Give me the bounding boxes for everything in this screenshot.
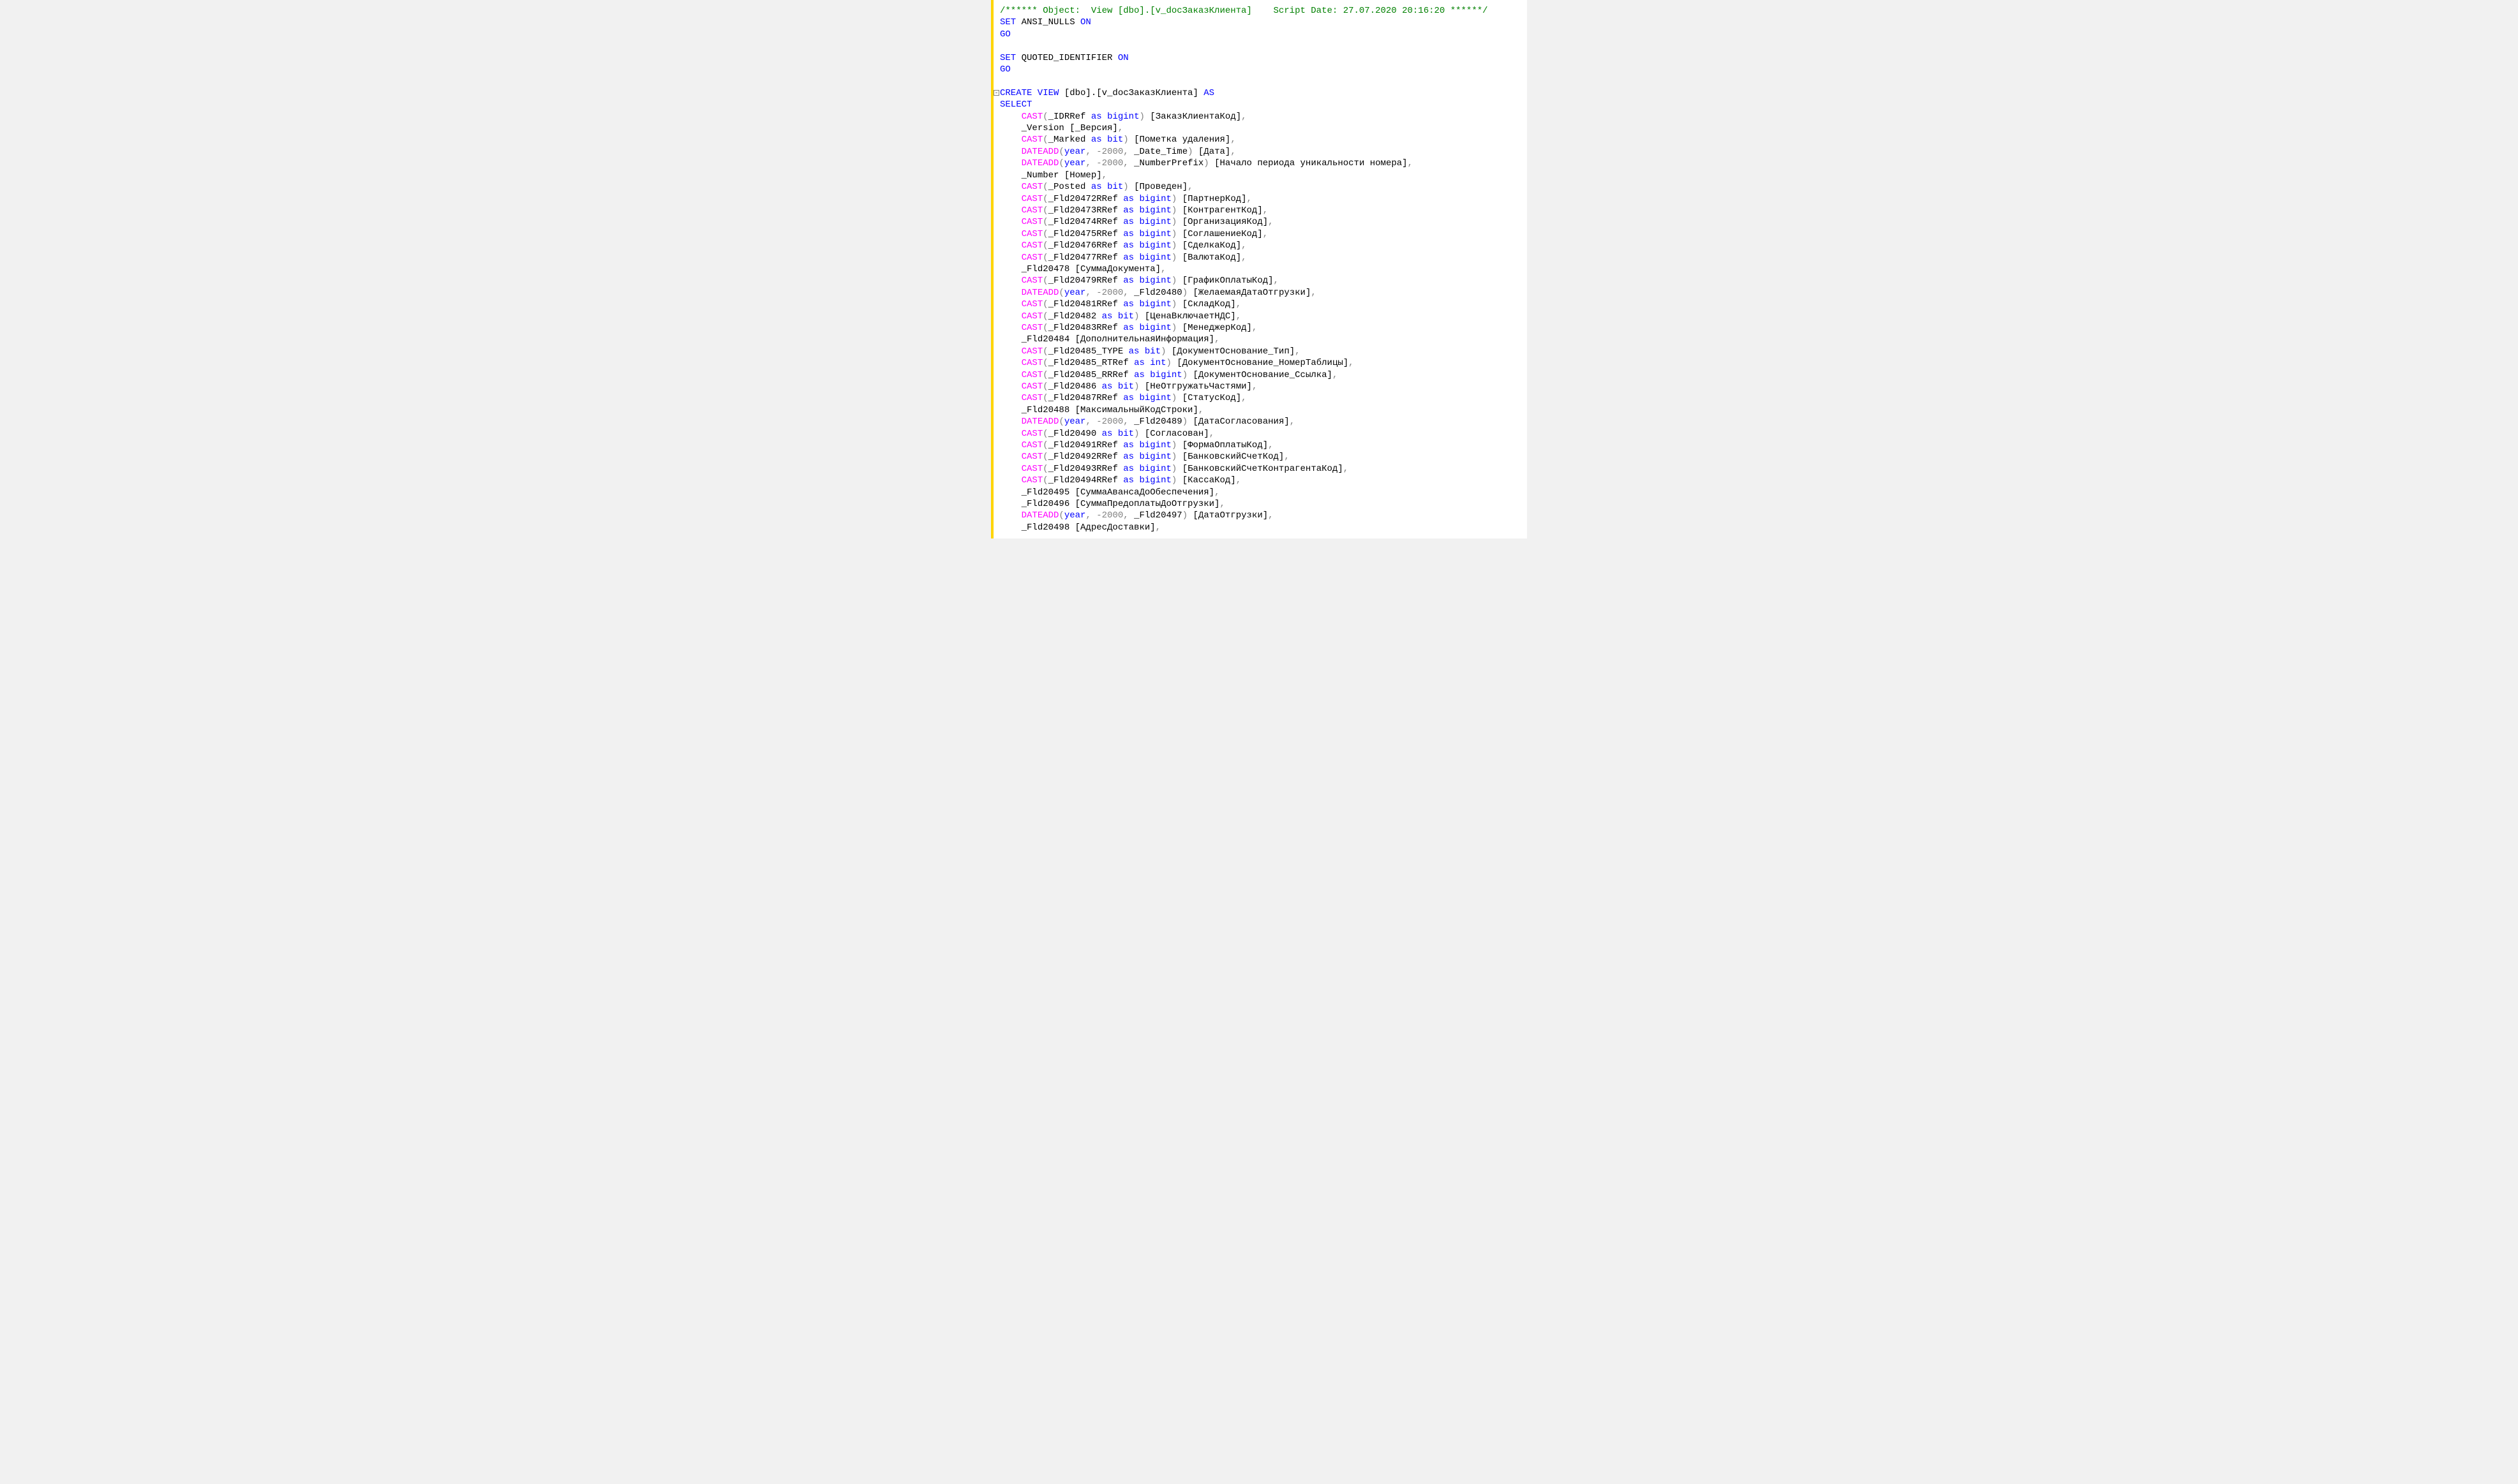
sql-editor[interactable]: /****** Object: View [dbo].[v_docЗаказКл… bbox=[991, 0, 1527, 538]
page: /****** Object: View [dbo].[v_docЗаказКл… bbox=[0, 0, 2518, 538]
code-fold-toggle[interactable] bbox=[994, 90, 999, 96]
sql-code[interactable]: /****** Object: View [dbo].[v_docЗаказКл… bbox=[1000, 5, 1522, 533]
